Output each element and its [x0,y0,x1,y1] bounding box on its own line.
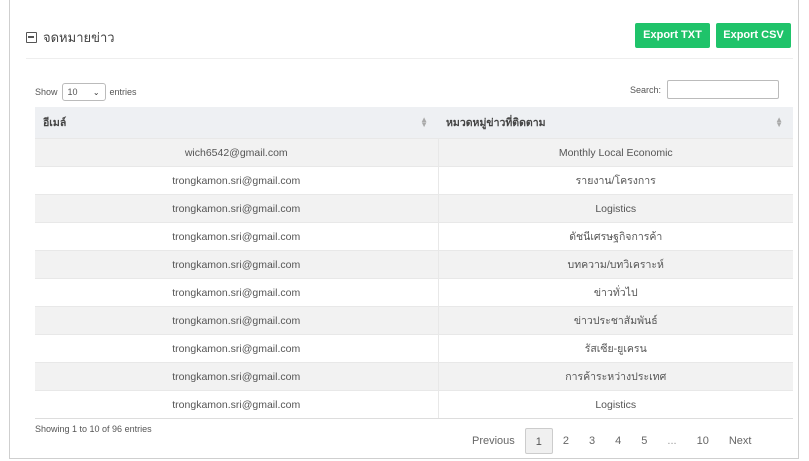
page-link-1[interactable]: 1 [524,428,553,454]
divider [26,58,793,59]
category-cell: ข่าวประชาสัมพันธ์ [437,306,793,335]
subscribers-table: อีเมล์ ▲ ▼ หมวดหมู่ข่าวที่ติดตาม ▲ ▼ wich6… [35,107,793,419]
page-link-2[interactable]: 2 [553,428,579,454]
search-input[interactable] [667,80,780,99]
chevron-down-icon: ⌄ [92,87,100,97]
panel-header: จดหมายข่าว [26,27,115,48]
search-label: Search: [630,84,662,95]
table-row: trongkamon.sri@gmail.com ดัชนีเศรษฐกิจการ… [35,222,793,251]
category-cell: Logistics [437,390,793,419]
table-row: trongkamon.sri@gmail.com Logistics [35,194,793,223]
entries-length-control: Show 10 ⌄ entries [35,83,137,101]
sort-icon: ▲ ▼ [775,115,783,129]
email-cell: trongkamon.sri@gmail.com [35,362,438,391]
pagination-next[interactable]: Next [719,428,762,454]
table-row: trongkamon.sri@gmail.com การค้าระหว่างประ… [35,362,793,391]
email-cell: trongkamon.sri@gmail.com [35,222,438,251]
email-cell: trongkamon.sri@gmail.com [35,306,438,335]
email-cell: trongkamon.sri@gmail.com [35,390,438,419]
page-link-5[interactable]: 5 [631,428,657,454]
table-info: Showing 1 to 10 of 96 entries [35,424,152,434]
pagination-ellipsis: ... [667,435,677,447]
page-link-3[interactable]: 3 [579,428,605,454]
category-cell: การค้าระหว่างประเทศ [437,362,793,391]
table-row: wich6542@gmail.com Monthly Local Economic [35,138,793,167]
table-row: trongkamon.sri@gmail.com รายงาน/โครงการ [35,166,793,195]
table-row: trongkamon.sri@gmail.com ข่าวทั่วไป [35,278,793,307]
category-cell: Logistics [437,194,793,223]
table-row: trongkamon.sri@gmail.com รัสเซีย-ยูเครน [35,334,793,363]
category-cell: ข่าวทั่วไป [437,278,793,307]
search-control: Search: [630,80,780,99]
export-txt-button[interactable]: Export TXT [635,23,710,48]
pagination-previous[interactable]: Previous [462,428,525,454]
email-cell: trongkamon.sri@gmail.com [35,166,438,195]
table-row: trongkamon.sri@gmail.com บทความ/บทวิเคราะ… [35,250,793,279]
entries-label: entries [109,87,137,97]
table-row: trongkamon.sri@gmail.com Logistics [35,390,793,419]
column-header-category[interactable]: หมวดหมู่ข่าวที่ติดตาม ▲ ▼ [438,107,793,139]
edit-icon [26,32,37,43]
category-cell: ดัชนีเศรษฐกิจการค้า [437,222,793,251]
category-cell: รายงาน/โครงการ [437,166,793,195]
entries-select[interactable]: 10 ⌄ [61,83,106,101]
export-csv-button[interactable]: Export CSV [716,23,791,48]
page-link-10[interactable]: 10 [687,428,719,454]
category-cell: Monthly Local Economic [437,138,793,167]
column-header-email[interactable]: อีเมล์ ▲ ▼ [35,107,438,139]
entries-select-value: 10 [67,87,78,97]
category-cell: บทความ/บทวิเคราะห์ [437,250,793,279]
page-title: จดหมายข่าว [43,30,115,45]
show-label: Show [35,87,58,97]
email-cell: trongkamon.sri@gmail.com [35,194,438,223]
email-cell: trongkamon.sri@gmail.com [35,278,438,307]
email-cell: trongkamon.sri@gmail.com [35,334,438,363]
table-row: trongkamon.sri@gmail.com ข่าวประชาสัมพันธ… [35,306,793,335]
page-link-4[interactable]: 4 [605,428,631,454]
category-cell: รัสเซีย-ยูเครน [437,334,793,363]
pagination: Previous 1 2 3 4 5 ... 10 Next [462,428,761,454]
email-cell: trongkamon.sri@gmail.com [35,250,438,279]
email-cell: wich6542@gmail.com [35,138,438,167]
sort-icon: ▲ ▼ [420,115,428,129]
